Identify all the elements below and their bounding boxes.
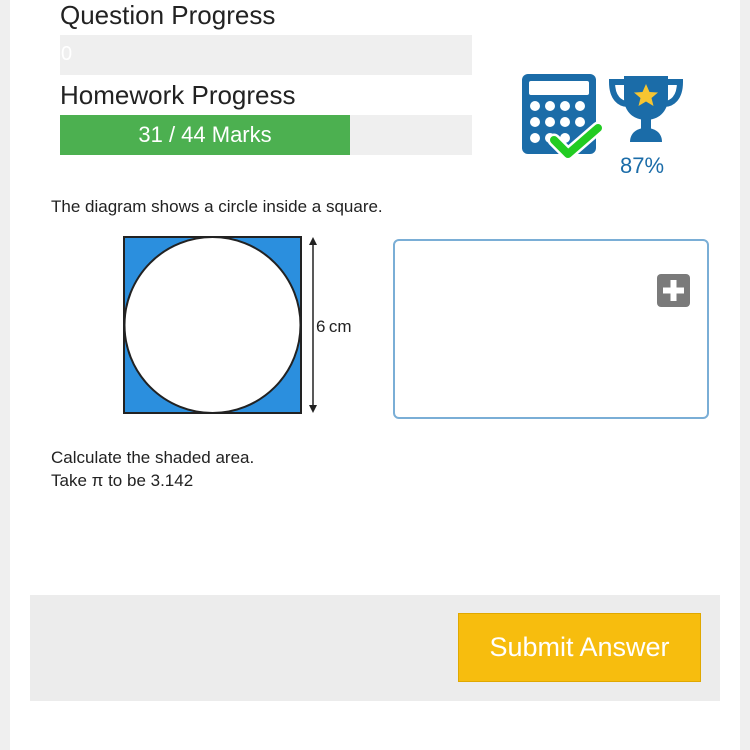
question-progress-bar: 0 [60, 35, 472, 75]
question-progress-label: Question Progress [60, 0, 276, 30]
question-intro: The diagram shows a circle inside a squa… [51, 197, 383, 216]
plus-icon [663, 280, 684, 301]
circle-in-square-diagram: 6 cm [123, 236, 352, 414]
answer-input-box[interactable] [393, 239, 709, 419]
trophy-star-icon [608, 76, 684, 142]
homework-progress-marks: 31 / 44 Marks [138, 122, 272, 147]
right-frame-edge [740, 0, 750, 750]
submit-answer-button[interactable]: Submit Answer [458, 613, 701, 682]
score-percent: 87% [620, 153, 665, 178]
question-instruction: Calculate the shaded area. [51, 448, 255, 467]
footer-bar: Submit Answer [30, 595, 720, 701]
inscribed-circle [123, 236, 302, 414]
dimension-label: 6 cm [316, 317, 352, 336]
dimension-arrow-bottom [309, 405, 317, 413]
calculator-check-icon [522, 74, 604, 161]
homework-progress-label: Homework Progress [60, 80, 296, 110]
homework-progress-bar: 31 / 44 Marks [60, 115, 472, 155]
left-frame-edge [0, 0, 10, 750]
dimension-arrow-top [309, 237, 317, 245]
question-progress-value: 0 [61, 43, 73, 65]
add-working-button[interactable] [657, 274, 690, 307]
pi-note: Take π to be 3.142 [51, 471, 194, 490]
